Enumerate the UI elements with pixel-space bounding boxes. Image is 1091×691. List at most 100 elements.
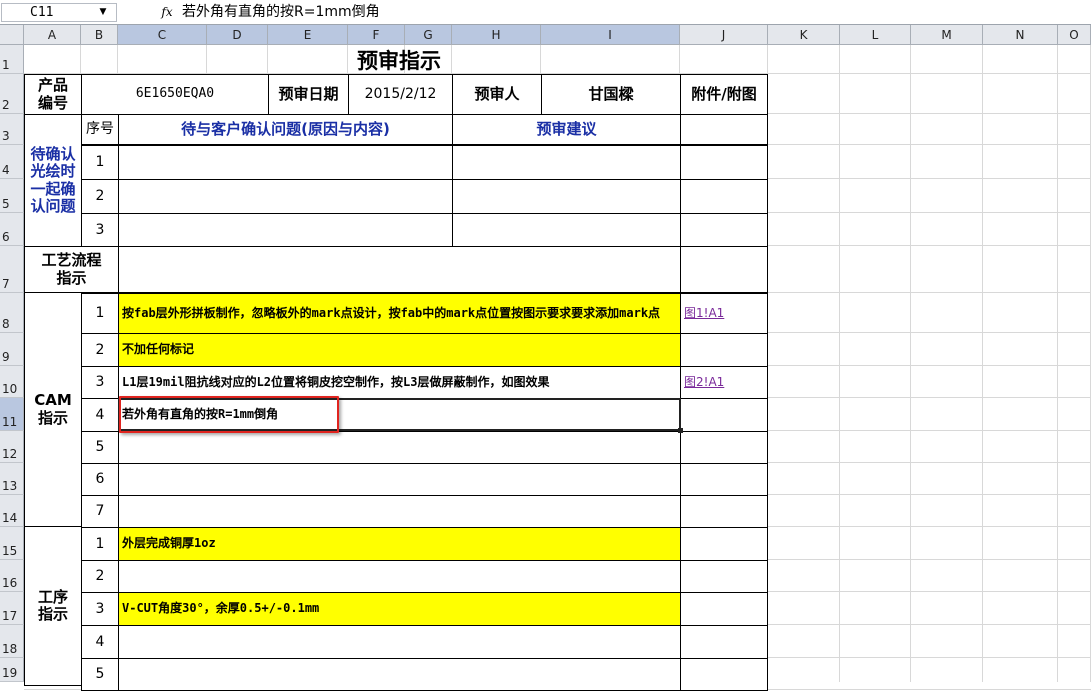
cam-instruction-cell[interactable] [118,495,681,528]
process-instruction-cell[interactable]: 外层完成铜厚1oz [118,527,681,561]
seq-number: 7 [81,495,119,528]
process-cell[interactable] [118,246,681,293]
seq-number: 3 [81,366,119,399]
row-header-15[interactable]: 15 [0,527,24,560]
attach-cell[interactable] [680,179,768,214]
cam-instruction-cell[interactable]: 不加任何标记 [118,333,681,367]
row-header-16[interactable]: 16 [0,560,24,592]
attach-cell[interactable] [680,592,768,626]
attachment-link[interactable]: 图1!A1 [684,306,724,321]
product-value[interactable]: 6E1650EQA0 [81,74,269,115]
attach-cell[interactable] [680,145,768,180]
seq-number: 6 [81,463,119,496]
gridline [1057,45,1058,682]
seq-number: 2 [81,560,119,593]
seq-number: 2 [81,333,119,367]
column-header-d[interactable]: D [207,25,268,45]
attachment-link[interactable]: 图2!A1 [684,375,724,390]
column-header-l[interactable]: L [840,25,911,45]
column-header-b[interactable]: B [81,25,118,45]
column-header-c[interactable]: C [118,25,207,45]
seq-label: 序号 [81,114,119,145]
cam-instruction-cell[interactable] [118,463,681,496]
process-instruction-cell[interactable] [118,658,681,691]
column-header-e[interactable]: E [268,25,348,45]
attach-cell[interactable] [680,463,768,496]
seq-number: 4 [81,625,119,659]
attach-cell[interactable] [680,495,768,528]
column-header-j[interactable]: J [680,25,768,45]
seq-number: 3 [81,592,119,626]
process-instruction-cell[interactable]: V-CUT角度30°，余厚0.5+/-0.1mm [118,592,681,626]
row-header-14[interactable]: 14 [0,495,24,527]
cam-instruction-cell[interactable]: L1层19mil阻抗线对应的L2位置将铜皮挖空制作，按L3层做屏蔽制作，如图效果 [118,366,681,399]
column-header-m[interactable]: M [911,25,983,45]
column-header-g[interactable]: G [405,25,452,45]
fx-icon[interactable]: fx [158,3,176,22]
attach-cell[interactable] [680,213,768,247]
process-instruction-cell[interactable] [118,560,681,593]
reviewer-label: 预审人 [452,74,542,115]
cam-section-label: CAM 指示 [24,292,82,527]
proc-section-label: 工序 指示 [24,526,82,686]
seq-number: 1 [81,145,119,180]
row-header-19[interactable]: 19 [0,658,24,682]
attach-cell[interactable] [680,398,768,432]
row-header-12[interactable]: 12 [0,431,24,463]
reviewer-value[interactable]: 甘国樑 [541,74,681,115]
suggest-cell[interactable] [452,145,681,180]
column-header-k[interactable]: K [768,25,840,45]
attach-cell[interactable] [680,658,768,691]
attach-cell[interactable] [680,333,768,367]
chevron-down-icon[interactable]: ▼ [97,6,109,18]
row-header-2[interactable]: 2 [0,74,24,114]
row-header-3[interactable]: 3 [0,114,24,145]
attach-label: 附件/附图 [680,74,768,115]
row-header-5[interactable]: 5 [0,179,24,213]
seq-number: 4 [81,398,119,432]
process-instruction-cell[interactable] [118,625,681,659]
attach-cell[interactable]: 图1!A1 [680,293,768,334]
row-header-1[interactable]: 1 [0,45,24,74]
attach-cell[interactable] [680,625,768,659]
column-header-i[interactable]: I [541,25,680,45]
date-label: 预审日期 [268,74,349,115]
confirm-section-label: 待确认 光绘时 一起确 认问题 [24,114,82,247]
column-header-h[interactable]: H [452,25,541,45]
attach-cell[interactable]: 图2!A1 [680,366,768,399]
seq-number: 1 [81,527,119,561]
row-header-4[interactable]: 4 [0,145,24,179]
column-header-f[interactable]: F [348,25,405,45]
cam-instruction-cell[interactable]: 按fab层外形拼板制作，忽略板外的mark点设计，按fab中的mark点位置按图… [118,293,681,334]
select-all-corner[interactable] [0,25,24,45]
attach-cell[interactable] [680,431,768,464]
attach-cell[interactable] [680,114,768,145]
column-header-n[interactable]: N [983,25,1058,45]
suggest-cell[interactable] [452,179,681,214]
confirm-issue-cell[interactable] [118,145,453,180]
fill-handle[interactable] [678,428,683,433]
row-header-18[interactable]: 18 [0,625,24,658]
confirm-issue-cell[interactable] [118,179,453,214]
attach-cell[interactable] [680,246,768,293]
row-header-17[interactable]: 17 [0,592,24,625]
row-header-7[interactable]: 7 [0,246,24,293]
row-header-10[interactable]: 10 [0,366,24,398]
attach-cell[interactable] [680,527,768,561]
row-header-13[interactable]: 13 [0,463,24,495]
confirm-issue-cell[interactable] [118,213,453,247]
seq-number: 2 [81,179,119,214]
column-header-a[interactable]: A [24,25,81,45]
row-header-8[interactable]: 8 [0,293,24,333]
seq-number: 1 [81,293,119,334]
row-header-6[interactable]: 6 [0,213,24,246]
column-header-o[interactable]: O [1058,25,1091,45]
date-value[interactable]: 2015/2/12 [348,74,453,115]
row-header-9[interactable]: 9 [0,333,24,366]
cam-instruction-cell[interactable] [118,431,681,464]
row-header-11[interactable]: 11 [0,398,24,431]
attach-cell[interactable] [680,560,768,593]
gridline [982,45,983,682]
suggest-cell[interactable] [452,213,681,247]
formula-input[interactable]: 若外角有直角的按R=1mm倒角 [182,3,1082,22]
